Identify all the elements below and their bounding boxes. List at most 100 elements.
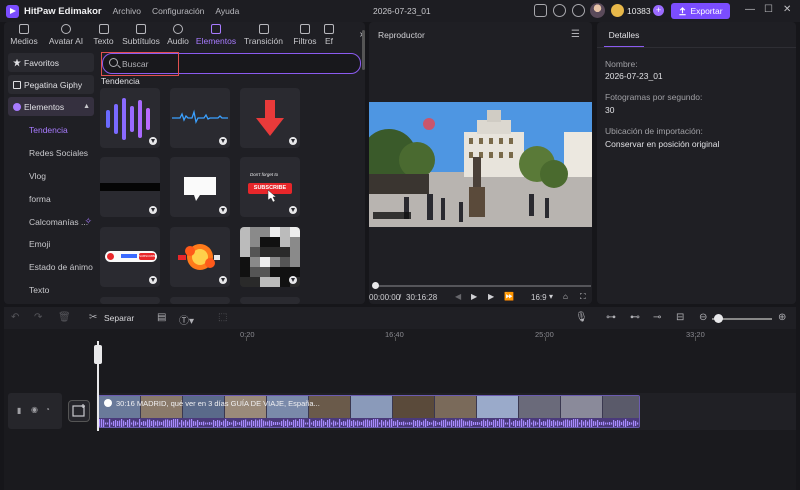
element-tile-mosaic[interactable] [240,227,300,287]
sidebar-sub-vlog[interactable]: Vlog [8,165,94,188]
zoom-out-icon[interactable]: ⊖ [699,312,707,323]
playhead-handle[interactable] [94,345,102,364]
tab-efectos[interactable]: Ef [322,22,336,48]
element-tile-partial[interactable] [240,297,300,304]
sidebar-sub-emoji[interactable]: Emoji [8,233,94,256]
sidebar-item-label: Favoritos [24,57,59,68]
detail-name-label: Nombre: [605,59,638,69]
split-icon[interactable]: ✂ [89,312,97,323]
add-coins-button[interactable]: + [653,5,664,16]
panel-scrollbar[interactable] [362,30,365,70]
tab-medios[interactable]: Medios [4,22,44,48]
tab-audio[interactable]: Audio [163,22,193,48]
tab-label: Texto [93,36,114,46]
playback-progress-track[interactable] [375,285,591,287]
tab-subtitulos[interactable]: Subtítulos [119,22,163,48]
maximize-icon[interactable]: ☐ [764,4,773,15]
download-icon[interactable] [149,276,157,284]
sidebar-item-pegatina-giphy[interactable]: Pegatina Giphy [8,75,94,94]
add-image-icon [72,404,85,417]
element-tile-partial[interactable] [100,297,160,304]
fit-icon[interactable]: ⊟ [676,312,684,323]
sidebar-sub-tendencia[interactable]: Tendencia [8,119,94,142]
sidebar-sub-texto[interactable]: Texto [8,279,94,302]
play-icon[interactable]: ▶ [471,292,477,301]
player-menu-icon[interactable]: ☰ [571,29,580,40]
menu-ayuda[interactable]: Ayuda [215,6,239,16]
tab-filtros[interactable]: Filtros [288,22,322,48]
sidebar-sub-calcomanias[interactable]: Calcomanías ... ✧ [8,210,94,233]
unlink-icon[interactable]: ⊷ [630,312,640,323]
crop-icon[interactable]: ⬚ [218,312,227,323]
sidebar-sub-forma[interactable]: forma [8,187,94,210]
download-icon[interactable] [219,206,227,214]
element-tile-subscribe-bar[interactable]: SUBSCRIBE [100,227,160,287]
sidebar-sub-estado-animo[interactable]: Estado de ánimo [8,256,94,279]
download-icon[interactable] [289,206,297,214]
undo-icon[interactable]: ↶ [11,312,19,323]
tab-transicion[interactable]: Transición [239,22,288,48]
microphone-icon[interactable]: 🎙 [575,312,588,323]
sidebar-sub-label: Texto [29,284,50,295]
tab-avatar-ai[interactable]: Avatar AI [44,22,88,48]
download-icon[interactable] [572,4,585,17]
video-preview[interactable] [369,102,592,227]
split-button[interactable]: Separar [104,313,134,323]
download-icon[interactable] [149,137,157,145]
tab-label: Ef [324,36,334,46]
layout-icon[interactable] [534,4,547,17]
tab-detalles[interactable]: Detalles [604,28,644,47]
sidebar-sub-redes-sociales[interactable]: Redes Sociales [8,142,94,165]
zoom-in-icon[interactable]: ⊕ [778,312,786,323]
download-icon[interactable] [219,276,227,284]
element-tile-partial[interactable] [170,297,230,304]
menu-configuracion[interactable]: Configuración [152,6,204,16]
minimize-icon[interactable]: — [745,4,755,15]
help-icon[interactable] [553,4,566,17]
track-audio-icon[interactable]: ◔ [45,405,50,414]
sidebar-sub-label: Emoji [29,239,51,250]
element-tile-audio-wave[interactable] [170,88,230,148]
element-tile-explosion[interactable] [170,227,230,287]
next-frame-icon[interactable]: ▶ [488,292,494,301]
download-icon[interactable] [149,206,157,214]
user-avatar[interactable] [590,3,605,18]
export-button[interactable]: Exportar [671,3,730,19]
tab-texto[interactable]: Texto [88,22,119,48]
download-icon[interactable] [289,137,297,145]
track-lock-icon[interactable]: ▮ [17,406,21,415]
menu-archivo[interactable]: Archivo [113,6,141,16]
close-icon[interactable]: ✕ [783,4,791,15]
fast-forward-icon[interactable]: ⏩ [504,292,514,301]
track-visible-icon[interactable]: ◉ [31,405,38,414]
tab-label: Subtítulos [122,36,160,46]
playback-progress-knob[interactable] [372,282,379,289]
element-tile-subscribe[interactable]: Don't forget to SUBSCRIBE [240,157,300,217]
sidebar-item-favoritos[interactable]: Favoritos [8,53,94,72]
element-tile-waveform[interactable] [100,88,160,148]
fullscreen-icon[interactable]: ⛶ [580,292,586,302]
text-tool-icon[interactable]: Ⓣ▾ [179,312,194,327]
add-media-button[interactable] [68,400,90,422]
link-icon[interactable]: ⊶ [606,312,616,323]
element-tile-black-bar[interactable] [100,157,160,217]
sidebar-sub-label: Tendencia [29,125,68,136]
subtitle-tool-icon[interactable]: ▤ [157,312,166,323]
download-icon[interactable] [219,137,227,145]
ratio-dropdown-icon[interactable]: ▾ [549,292,553,301]
element-tile-speech-bubble[interactable] [170,157,230,217]
magnet-icon[interactable]: ⊸ [653,312,661,323]
collapse-icon[interactable]: ▲ [83,103,90,110]
snapshot-icon[interactable]: ⌂ [563,292,568,301]
element-tile-red-arrow[interactable] [240,88,300,148]
delete-icon[interactable]: 🗑 [58,312,71,323]
redo-icon[interactable]: ↷ [34,312,42,323]
download-icon[interactable] [289,276,297,284]
aspect-ratio-select[interactable]: 16:9 [531,293,547,302]
sidebar-item-elementos[interactable]: Elementos ▲ [8,97,94,116]
zoom-slider-knob[interactable] [714,314,723,323]
prev-frame-icon[interactable]: ◀ [455,292,461,301]
search-input[interactable] [122,58,322,69]
tab-elementos[interactable]: Elementos [193,22,239,48]
subscribe-mini-label: SUBSCRIBE [139,253,157,260]
